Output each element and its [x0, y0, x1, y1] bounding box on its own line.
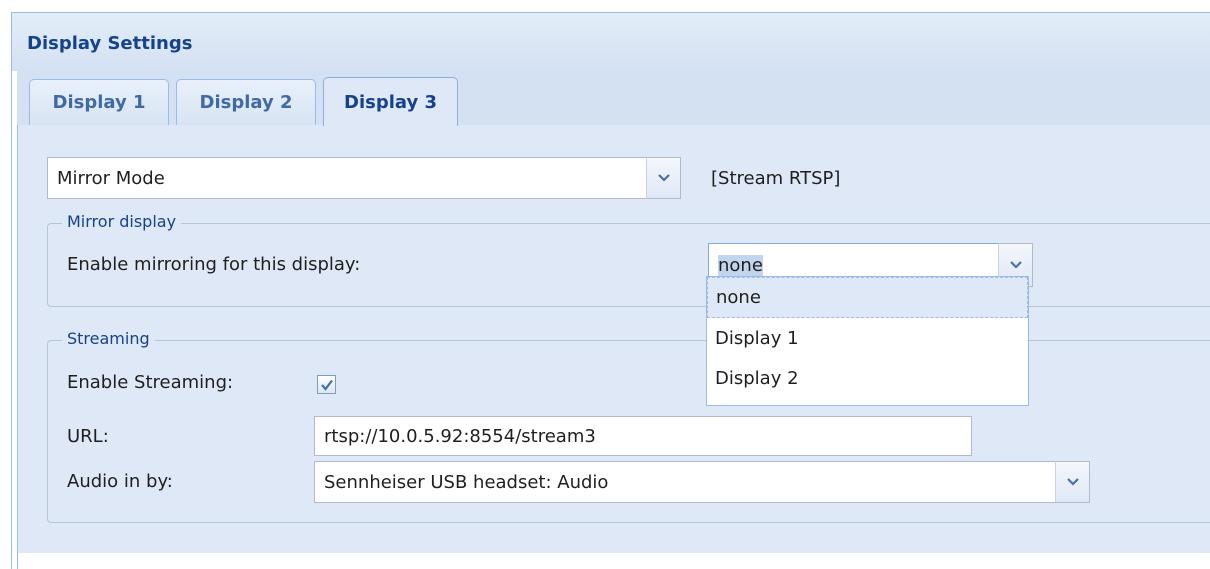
tab-display-2[interactable]: Display 2	[176, 79, 316, 125]
streaming-legend: Streaming	[62, 329, 155, 348]
audio-select-trigger[interactable]	[1055, 461, 1090, 503]
mirror-label: Enable mirroring for this display:	[67, 254, 361, 275]
panel-title: Display Settings	[27, 33, 193, 54]
checkmark-icon	[320, 379, 333, 391]
audio-select[interactable]: Sennheiser USB headset: Audio	[314, 461, 1090, 503]
mirror-option-none[interactable]: none	[707, 277, 1028, 318]
enable-streaming-label: Enable Streaming:	[67, 372, 234, 393]
display-settings-panel: Display Settings Display 1 Display 2 Dis…	[11, 12, 1210, 569]
mode-note: [Stream RTSP]	[711, 168, 841, 189]
tab-display-1[interactable]: Display 1	[29, 79, 169, 125]
mode-select-value: Mirror Mode	[57, 167, 165, 189]
url-input[interactable]: rtsp://10.0.5.92:8554/stream3	[314, 416, 972, 456]
panel-header: Display Settings	[12, 13, 1210, 71]
tab-bar: Display 1 Display 2 Display 3	[17, 71, 1210, 126]
tab-display-3[interactable]: Display 3	[323, 77, 458, 126]
mode-select[interactable]: Mirror Mode	[47, 157, 681, 199]
mode-select-trigger[interactable]	[646, 157, 681, 199]
chevron-down-icon	[1009, 261, 1022, 269]
tab-content-display-3: Mirror Mode [Stream RTSP] Mirror display…	[17, 125, 1210, 554]
chevron-down-icon	[657, 174, 670, 182]
audio-label: Audio in by:	[67, 471, 173, 492]
chevron-down-icon	[1066, 478, 1079, 486]
mirror-display-legend: Mirror display	[62, 212, 182, 231]
mirror-option-display-2[interactable]: Display 2	[707, 358, 1028, 398]
enable-streaming-checkbox[interactable]	[317, 375, 336, 394]
mirror-option-display-1[interactable]: Display 1	[707, 318, 1028, 358]
mirror-options-dropdown: none Display 1 Display 2	[706, 276, 1029, 406]
url-label: URL:	[67, 426, 109, 447]
audio-select-value: Sennheiser USB headset: Audio	[324, 471, 609, 493]
mirror-select-value: none	[718, 254, 763, 276]
panel-footer-area	[17, 553, 1210, 569]
